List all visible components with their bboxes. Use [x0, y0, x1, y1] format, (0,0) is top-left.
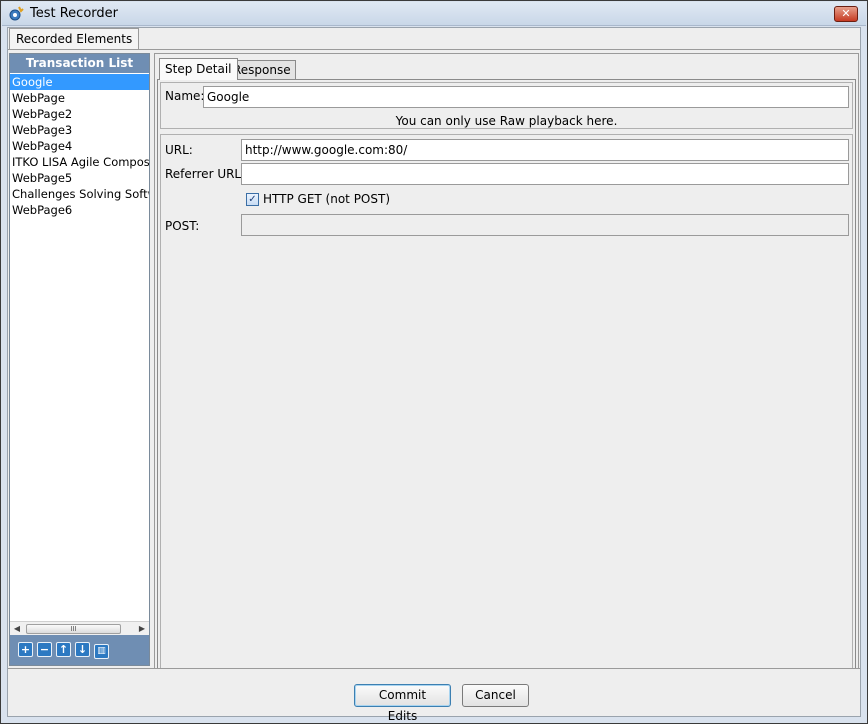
step-detail-body: Name: Google You can only use Raw playba… [157, 79, 856, 684]
referrer-url-field[interactable] [241, 163, 849, 185]
recorder-app-icon [9, 6, 24, 21]
transaction-list[interactable]: Google WebPage WebPage2 WebPage3 WebPage… [10, 74, 149, 619]
test-recorder-window: Test Recorder ✕ Recorded Elements Transa… [0, 0, 868, 724]
name-section: Name: Google You can only use Raw playba… [160, 82, 853, 129]
post-field [241, 214, 849, 236]
transaction-item-webpage4[interactable]: WebPage4 [10, 138, 149, 154]
tab-step-detail[interactable]: Step Detail [159, 58, 238, 80]
client-area: Recorded Elements Transaction List Googl… [7, 27, 861, 723]
step-detail-area: Step Detail Response Name: Google You ca… [154, 53, 859, 687]
transaction-item-webpage[interactable]: WebPage [10, 90, 149, 106]
scroll-left-icon[interactable]: ◀ [10, 622, 24, 636]
http-get-checkbox[interactable]: ✓ [246, 193, 259, 206]
http-get-label: HTTP GET (not POST) [263, 192, 391, 206]
post-label: POST: [165, 219, 200, 233]
raw-playback-note: You can only use Raw playback here. [395, 114, 618, 128]
url-label: URL: [165, 143, 193, 157]
transaction-toolbar: + − ↑ ↓ ▥ [10, 635, 149, 665]
referrer-url-label: Referrer URL: [165, 167, 246, 181]
title-bar[interactable]: Test Recorder ✕ [2, 2, 866, 26]
move-up-icon[interactable]: ↑ [56, 642, 71, 657]
transaction-list-panel: Transaction List Google WebPage WebPage2… [9, 53, 150, 666]
button-bar: Commit Edits Cancel [8, 668, 860, 723]
request-detail-section: URL: http://www.google.com:80/ Referrer … [160, 134, 853, 681]
scroll-right-icon[interactable]: ▶ [135, 622, 149, 636]
name-label: Name: [165, 89, 205, 103]
commit-edits-button[interactable]: Commit Edits [354, 684, 451, 723]
tab-response[interactable]: Response [228, 60, 296, 80]
transaction-item-webpage3[interactable]: WebPage3 [10, 122, 149, 138]
horizontal-scrollbar[interactable]: ◀ III ▶ [10, 621, 149, 635]
transaction-list-header: Transaction List [10, 54, 149, 73]
add-icon[interactable]: + [18, 642, 33, 657]
move-down-icon[interactable]: ↓ [75, 642, 90, 657]
name-field[interactable]: Google [203, 86, 849, 108]
transaction-item-challenges[interactable]: Challenges Solving Software [10, 186, 149, 202]
close-icon[interactable]: ✕ [834, 6, 858, 22]
transaction-item-webpage2[interactable]: WebPage2 [10, 106, 149, 122]
tab-recorded-elements[interactable]: Recorded Elements [9, 28, 140, 50]
window-title: Test Recorder [30, 6, 118, 21]
recorded-elements-panel: Transaction List Google WebPage WebPage2… [8, 49, 860, 687]
url-field[interactable]: http://www.google.com:80/ [241, 139, 849, 161]
transaction-item-google[interactable]: Google [10, 74, 149, 90]
transaction-item-itko-lisa[interactable]: ITKO LISA Agile Composite [10, 154, 149, 170]
scroll-thumb[interactable]: III [26, 624, 121, 634]
cancel-button[interactable]: Cancel [462, 684, 529, 707]
transaction-item-webpage6[interactable]: WebPage6 [10, 202, 149, 218]
delete-icon[interactable]: ▥ [94, 644, 109, 659]
remove-icon[interactable]: − [37, 642, 52, 657]
transaction-item-webpage5[interactable]: WebPage5 [10, 170, 149, 186]
